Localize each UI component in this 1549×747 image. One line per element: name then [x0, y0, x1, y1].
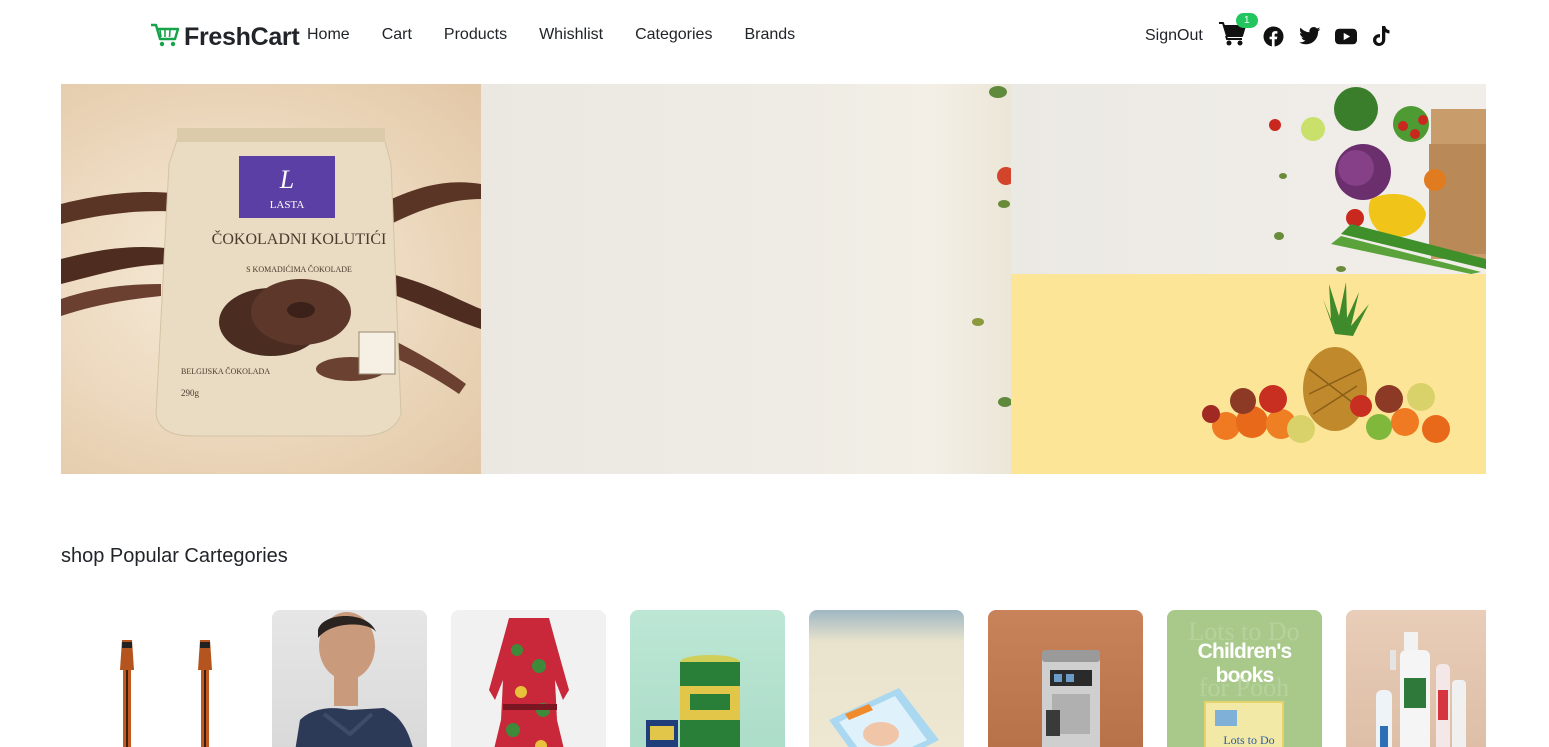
main-slider[interactable]: L LASTA ČOKOLADNI KOLUTIĆI S KOMADIĆIMA … [61, 84, 1011, 474]
hero-slider: L LASTA ČOKOLADNI KOLUTIĆI S KOMADIĆIMA … [61, 84, 1486, 474]
svg-text:Lots to Do: Lots to Do [1223, 733, 1274, 747]
category-card-supermarket[interactable] [630, 610, 785, 747]
popular-categories-title: shop Popular Cartegories [61, 545, 288, 567]
svg-text:L: L [279, 165, 294, 194]
cart-count-badge: 1 [1235, 13, 1258, 28]
coffee-machine-image [1042, 650, 1100, 747]
nav-brands[interactable]: Brands [744, 26, 795, 44]
book-cover-image: Lots to Do for Pooh Lots to Do [1188, 617, 1300, 747]
main-nav: Home Cart Products Whishlist Categories … [307, 26, 827, 44]
vegetables-banner-image [1011, 84, 1486, 274]
category-card-books[interactable]: Children's books Lots to Do for Pooh Lot… [1167, 610, 1322, 747]
nav-categories[interactable]: Categories [635, 26, 712, 44]
cart-logo-icon [150, 22, 180, 53]
milk-can-image [646, 655, 740, 747]
category-card-home-appliances[interactable] [988, 610, 1143, 747]
nav-actions: SignOut 1 [1145, 13, 1407, 52]
youtube-icon[interactable] [1334, 25, 1357, 47]
category-card-womens-fashion[interactable] [451, 610, 606, 747]
package-title: ČOKOLADNI KOLUTIĆI [212, 229, 387, 248]
category-card-beauty-health[interactable] [1346, 610, 1486, 747]
category-card-baby-toys[interactable] [809, 610, 964, 747]
nav-cart[interactable]: Cart [382, 26, 412, 44]
facebook-icon[interactable] [1263, 25, 1285, 47]
cart-button[interactable]: 1 [1218, 13, 1258, 51]
package-logo: LASTA [270, 199, 305, 211]
svg-text:for Pooh: for Pooh [1199, 673, 1289, 702]
signout-link[interactable]: SignOut [1145, 27, 1203, 45]
package-origin: BELGIJSKA ČOKOLADA [181, 366, 270, 376]
mid-slide-background [481, 84, 1011, 474]
twitter-icon[interactable] [1298, 25, 1321, 47]
nav-home[interactable]: Home [307, 26, 350, 44]
diapers-pack-image [829, 688, 939, 747]
skincare-products-image [1376, 632, 1466, 747]
chocolate-package-illustration: L LASTA ČOKOLADNI KOLUTIĆI S KOMADIĆIMA … [61, 128, 481, 437]
tiktok-icon[interactable] [1371, 25, 1393, 47]
floral-dress-image [489, 618, 569, 747]
shopping-cart-icon [1218, 22, 1247, 51]
nav-products[interactable]: Products [444, 26, 507, 44]
category-card-mens-fashion[interactable] [272, 610, 427, 747]
package-weight: 290g [181, 388, 200, 398]
guitar-image [120, 640, 212, 747]
package-subtitle: S KOMADIĆIMA ČOKOLADE [246, 264, 352, 274]
category-card-music[interactable] [93, 610, 248, 747]
nav-wishlist[interactable]: Whishlist [539, 26, 603, 44]
categories-slider: Children's books Lots to Do for Pooh Lot… [61, 610, 1486, 747]
brand-name: FreshCart [184, 23, 300, 51]
svg-text:Lots to Do: Lots to Do [1188, 617, 1299, 646]
brand-logo[interactable]: FreshCart [150, 22, 300, 53]
fruits-banner-image [1011, 274, 1486, 474]
chocolate-cookies-slide-image: L LASTA ČOKOLADNI KOLUTIĆI S KOMADIĆIMA … [61, 84, 481, 474]
man-model-image [295, 612, 413, 747]
navbar: FreshCart Home Cart Products Whishlist C… [0, 0, 1549, 72]
